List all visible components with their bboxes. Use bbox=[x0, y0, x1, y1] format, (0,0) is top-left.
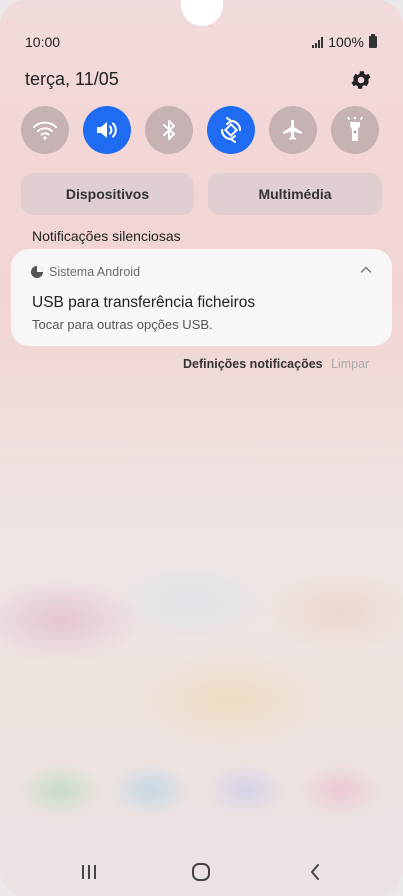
notification-settings-button[interactable]: Definições notificações bbox=[183, 357, 323, 371]
back-button[interactable] bbox=[295, 852, 335, 892]
back-icon bbox=[311, 864, 319, 880]
notification-title: USB para transferência ficheiros bbox=[32, 294, 256, 311]
android-system-icon bbox=[31, 266, 43, 278]
auto-rotate-icon bbox=[220, 117, 242, 143]
notification-text: Tocar para outras opções USB. bbox=[32, 317, 213, 332]
panel-date: terça, 11/05 bbox=[25, 69, 119, 89]
bluetooth-icon bbox=[163, 120, 175, 140]
bluetooth-toggle[interactable] bbox=[145, 106, 193, 154]
recents-button[interactable] bbox=[69, 852, 109, 892]
gear-icon[interactable] bbox=[349, 68, 373, 92]
usb-notification-card[interactable]: Sistema Android USB para transferência f… bbox=[11, 249, 392, 346]
chevron-up-icon[interactable] bbox=[360, 265, 372, 275]
devices-button[interactable]: Dispositivos bbox=[21, 173, 194, 215]
airplane-toggle[interactable] bbox=[269, 106, 317, 154]
battery-level: 100% bbox=[328, 34, 364, 50]
recents-icon bbox=[82, 865, 96, 879]
airplane-icon bbox=[283, 120, 302, 140]
sound-toggle[interactable] bbox=[83, 106, 131, 154]
silent-notifications-title: Notificações silenciosas bbox=[32, 228, 181, 244]
quick-settings bbox=[21, 106, 381, 154]
signal-icon bbox=[312, 36, 324, 48]
sound-icon bbox=[97, 122, 117, 138]
flashlight-icon bbox=[347, 117, 363, 141]
home-icon bbox=[192, 863, 210, 881]
clear-button[interactable]: Limpar bbox=[331, 357, 369, 371]
status-time: 10:00 bbox=[25, 34, 61, 50]
notification-panel: 10:00 100% terça, 11/05 Dispositivos Mul… bbox=[0, 0, 403, 896]
status-icons: 100% bbox=[312, 34, 377, 50]
wifi-toggle[interactable] bbox=[21, 106, 69, 154]
media-button[interactable]: Multimédia bbox=[208, 173, 382, 215]
flashlight-toggle[interactable] bbox=[331, 106, 379, 154]
camera-notch bbox=[181, 0, 223, 26]
home-button[interactable] bbox=[181, 852, 221, 892]
notification-header: Sistema Android bbox=[31, 265, 140, 279]
navigation-bar bbox=[0, 852, 403, 892]
notification-app-name: Sistema Android bbox=[49, 265, 141, 279]
auto-rotate-toggle[interactable] bbox=[207, 106, 255, 154]
battery-icon bbox=[369, 34, 377, 48]
wifi-icon bbox=[33, 121, 57, 140]
